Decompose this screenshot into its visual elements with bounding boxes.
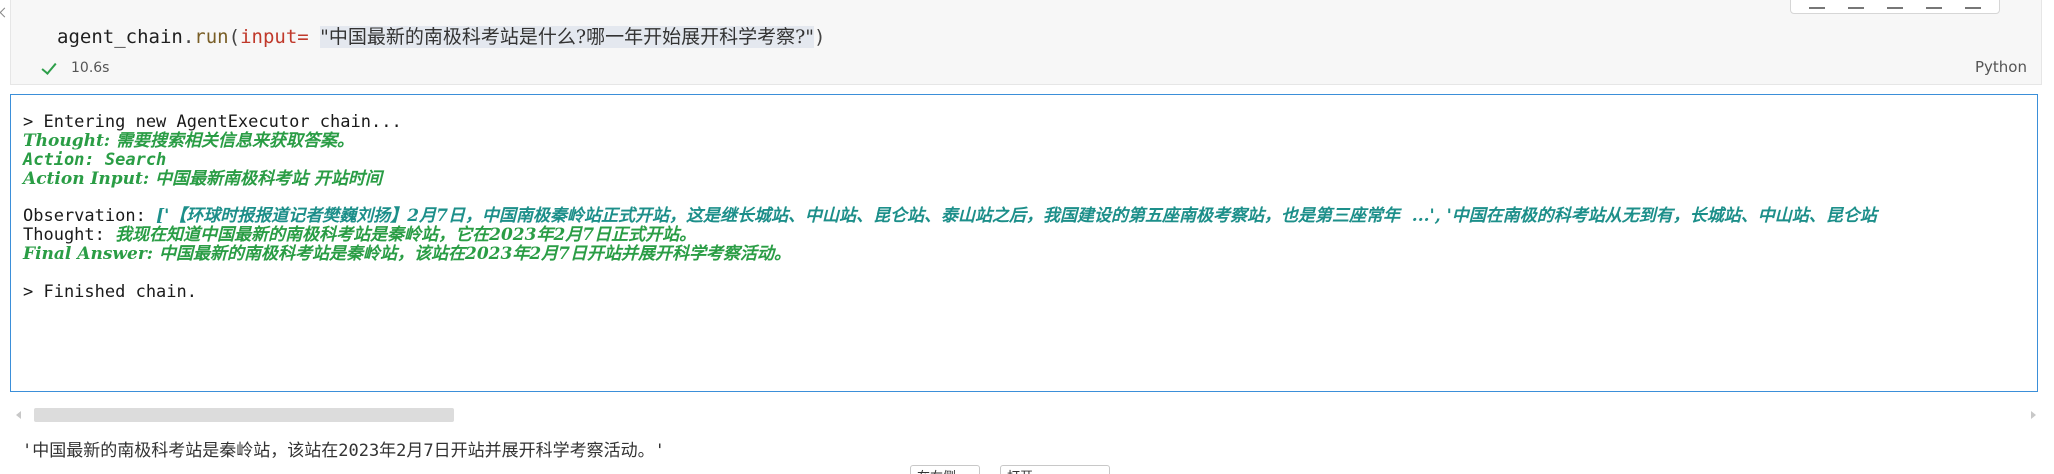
cell-toolbar [1790, 0, 2000, 14]
observation-label: Observation: [23, 206, 157, 226]
open-button[interactable]: 打开... [1000, 465, 1110, 474]
execute-above-icon[interactable] [1808, 0, 1825, 9]
code-token-eq: = [297, 26, 321, 48]
code-cell[interactable]: agent_chain.run(input= "中国最新的南极科考站是什么?哪一… [10, 0, 2042, 85]
cell-result: '中国最新的南极科考站是秦岭站，该站在2023年2月7日开站并展开科学考察活动。… [22, 441, 665, 461]
output-finished: > Finished chain. [23, 282, 197, 302]
scroll-left-icon[interactable] [16, 411, 21, 419]
code-token-open: ( [228, 26, 241, 48]
horizontal-scrollbar[interactable] [12, 404, 2040, 426]
scroll-right-icon[interactable] [2031, 411, 2036, 419]
scrollbar-thumb[interactable] [34, 408, 454, 422]
code-token-param: input [240, 26, 298, 48]
code-token-dot: . [182, 26, 195, 48]
split-cell-icon[interactable] [1886, 0, 1903, 9]
check-icon [41, 60, 57, 76]
more-actions-icon[interactable] [1926, 0, 1943, 9]
code-token-fn: run [194, 26, 229, 48]
code-token-close: ) [814, 26, 826, 48]
open-in-side-button[interactable]: 在右侧 [910, 465, 980, 474]
code-token-var: agent_chain [57, 26, 183, 48]
cell-output[interactable]: > Entering new AgentExecutor chain... Th… [10, 94, 2038, 392]
execution-time: 10.6s [71, 60, 110, 76]
delete-cell-icon[interactable] [1965, 0, 1982, 9]
execution-status: 10.6s [41, 56, 109, 80]
code-editor-line[interactable]: agent_chain.run(input= "中国最新的南极科考站是什么?哪一… [57, 22, 825, 49]
thought-label: Thought: [23, 225, 116, 245]
observation-text: ['【环球时报报道记者樊巍刘扬】2月7日，中国南极秦岭站正式开站，这是继长城站、… [156, 206, 1877, 226]
language-selector[interactable]: Python [1975, 58, 2027, 76]
execute-below-icon[interactable] [1847, 0, 1864, 9]
code-token-string: "中国最新的南极科考站是什么?哪一年开始展开科学考察?" [320, 26, 815, 48]
output-final-answer: Final Answer: 中国最新的南极科考站是秦岭站，该站在2023年2月7… [23, 244, 791, 264]
thought-text: 我现在知道中国最新的南极科考站是秦岭站，它在2023年2月7日正式开站。 [115, 225, 697, 245]
output-action-input: Action Input: 中国最新南极科考站 开站时间 [23, 169, 382, 189]
notebook-page: agent_chain.run(input= "中国最新的南极科考站是什么?哪一… [0, 0, 2054, 474]
